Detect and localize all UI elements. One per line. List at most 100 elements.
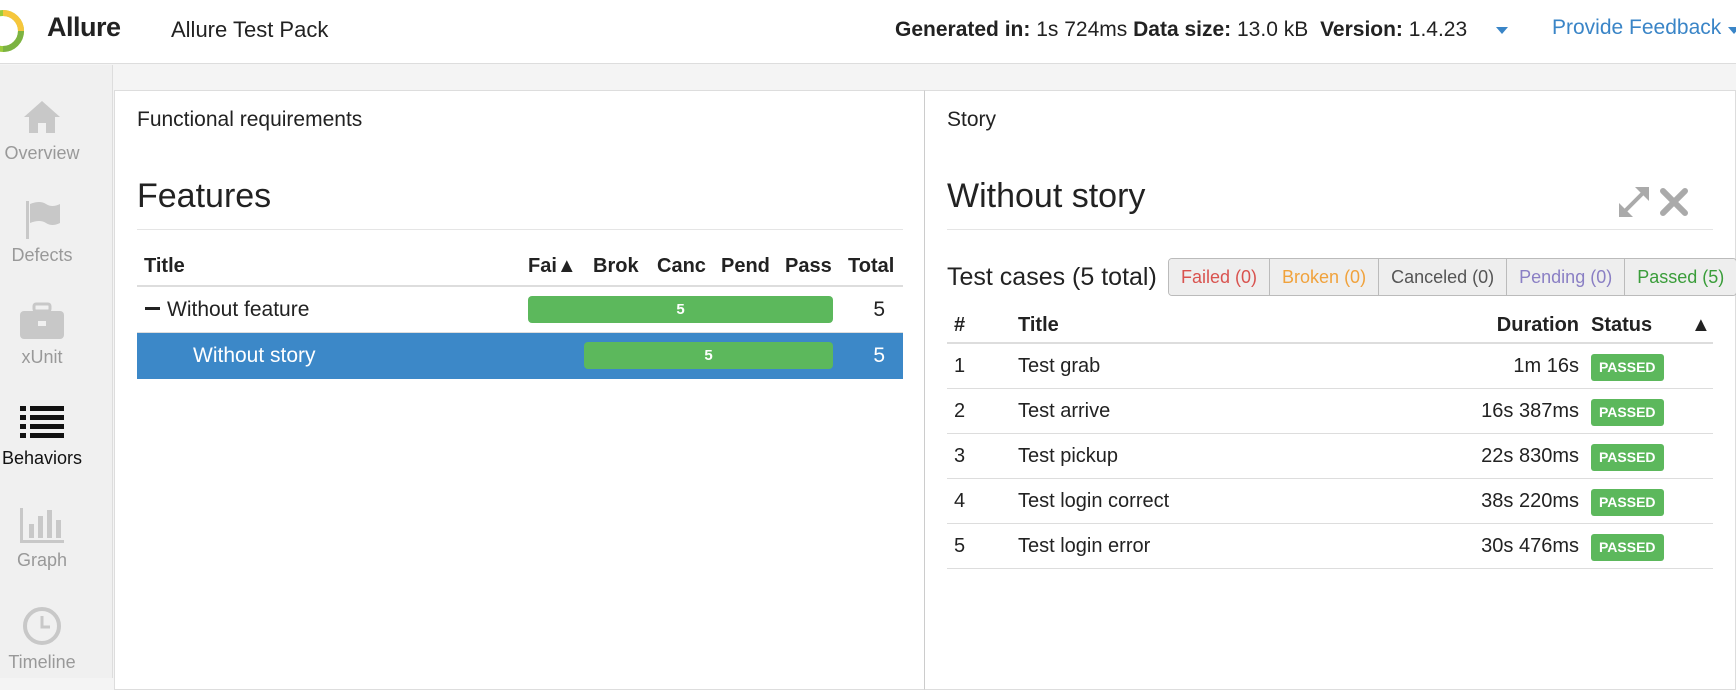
test-cases-table: # Title Duration Status ▲ 1 Test grab 1m… <box>947 308 1713 569</box>
filter-broken[interactable]: Broken (0) <box>1270 259 1380 295</box>
row-duration: 38s 220ms <box>1481 490 1579 512</box>
status-bar: 5 <box>528 296 833 323</box>
sidebar-item-label: Behaviors <box>1 448 83 468</box>
data-size-label: Data size: <box>1133 18 1232 41</box>
clock-icon <box>23 607 61 645</box>
top-bar: Allure Allure Test Pack Generated in: 1s… <box>0 0 1736 64</box>
column-total[interactable]: Total <box>848 255 894 278</box>
test-cases-heading: Test cases (5 total) <box>947 263 1157 291</box>
row-number: 4 <box>954 490 966 512</box>
sidebar-item-timeline[interactable]: Timeline <box>0 606 84 673</box>
flag-icon <box>26 201 60 239</box>
generated-label: Generated in: <box>895 18 1031 41</box>
close-icon[interactable] <box>1660 188 1688 216</box>
filter-pending[interactable]: Pending (0) <box>1507 259 1626 295</box>
column-failed[interactable]: Fai▲ <box>528 255 580 278</box>
sidebar: Overview Defects xUnit Behaviors Graph T… <box>0 65 113 678</box>
sidebar-item-xunit[interactable]: xUnit <box>0 301 84 368</box>
row-duration: 1m 16s <box>1513 355 1579 377</box>
column-number[interactable]: # <box>954 314 965 337</box>
row-duration: 22s 830ms <box>1481 445 1579 467</box>
filter-canceled[interactable]: Canceled (0) <box>1379 259 1508 295</box>
table-row[interactable]: 4 Test login correct 38s 220ms PASSED <box>947 479 1713 524</box>
story-row[interactable]: Without story 5 5 <box>137 333 903 379</box>
pane-header: Functional requirements <box>137 108 363 131</box>
generated-value: 1s 724ms <box>1036 18 1128 41</box>
row-title: Test pickup <box>1018 445 1119 467</box>
report-title: Allure Test Pack <box>171 17 329 42</box>
row-title: Test login correct <box>1018 490 1170 512</box>
sort-arrow-icon[interactable]: ▲ <box>1691 314 1711 337</box>
pane-header: Story <box>947 108 997 131</box>
row-title: Test grab <box>1018 355 1101 377</box>
allure-logo-icon <box>0 10 24 52</box>
sidebar-item-overview[interactable]: Overview <box>0 97 84 164</box>
filter-passed[interactable]: Passed (5) <box>1625 259 1736 295</box>
features-table: Title Fai▲ Brok Canc Pend Pass Total Wit… <box>137 255 903 379</box>
status-bar: 5 <box>584 342 833 369</box>
provide-feedback-link[interactable]: Provide Feedback <box>1552 16 1721 40</box>
column-canceled[interactable]: Canc <box>657 255 707 278</box>
filter-failed[interactable]: Failed (0) <box>1169 259 1271 295</box>
row-title: Test login error <box>1018 535 1151 557</box>
status-filter-group: Failed (0) Broken (0) Canceled (0) Pendi… <box>1168 258 1736 296</box>
pane-controls <box>1619 187 1688 217</box>
status-badge: PASSED <box>1591 399 1664 426</box>
pane-title: Without story <box>947 177 1146 215</box>
table-row[interactable]: 3 Test pickup 22s 830ms PASSED <box>947 434 1713 479</box>
story-pane: Story Without story Test cases (5 total)… <box>924 90 1736 690</box>
report-meta: Generated in: 1s 724ms Data size: 13.0 k… <box>895 18 1467 42</box>
collapse-icon[interactable] <box>145 307 160 310</box>
expand-icon[interactable] <box>1619 187 1649 217</box>
sidebar-item-label: Graph <box>16 550 68 570</box>
column-title[interactable]: Title <box>1018 314 1059 337</box>
feedback-caret-icon[interactable] <box>1728 27 1736 34</box>
home-icon <box>24 101 60 133</box>
sidebar-item-defects[interactable]: Defects <box>0 199 84 266</box>
row-number: 2 <box>954 400 966 422</box>
version-label: Version: <box>1320 18 1403 41</box>
row-title: Test arrive <box>1018 400 1111 422</box>
status-badge: PASSED <box>1591 534 1664 561</box>
row-duration: 16s 387ms <box>1481 400 1579 422</box>
briefcase-icon <box>20 302 64 339</box>
column-status[interactable]: Status <box>1591 314 1652 337</box>
brand-name[interactable]: Allure <box>47 12 121 43</box>
table-row[interactable]: 1 Test grab 1m 16s PASSED <box>947 344 1713 389</box>
sidebar-item-behaviors[interactable]: Behaviors <box>0 402 84 469</box>
feature-title: Without feature <box>167 298 310 321</box>
column-pending[interactable]: Pend <box>721 255 771 278</box>
table-header: # Title Duration Status ▲ <box>947 308 1713 344</box>
feature-total: 5 <box>873 298 885 321</box>
data-size-value: 13.0 kB <box>1237 18 1309 41</box>
column-title[interactable]: Title <box>144 255 185 278</box>
row-number: 5 <box>954 535 966 557</box>
status-badge: PASSED <box>1591 354 1664 381</box>
sidebar-item-label: Defects <box>11 245 73 265</box>
column-duration[interactable]: Duration <box>1497 314 1579 337</box>
status-badge: PASSED <box>1591 444 1664 471</box>
features-pane: Functional requirements Features Title F… <box>114 90 925 690</box>
table-row[interactable]: 2 Test arrive 16s 387ms PASSED <box>947 389 1713 434</box>
story-total: 5 <box>873 344 885 367</box>
pane-title: Features <box>137 177 272 215</box>
row-number: 3 <box>954 445 966 467</box>
sidebar-item-graph[interactable]: Graph <box>0 504 84 571</box>
status-badge: PASSED <box>1591 489 1664 516</box>
divider <box>947 229 1713 230</box>
feature-row[interactable]: Without feature 5 5 <box>137 287 903 333</box>
list-icon <box>20 406 64 438</box>
row-number: 1 <box>954 355 966 377</box>
column-broken[interactable]: Brok <box>593 255 643 278</box>
sidebar-item-label: xUnit <box>21 347 63 367</box>
row-duration: 30s 476ms <box>1481 535 1579 557</box>
divider <box>137 229 903 230</box>
table-header: Title Fai▲ Brok Canc Pend Pass Total <box>137 255 903 287</box>
meta-dropdown-caret-icon[interactable] <box>1496 27 1508 34</box>
version-value: 1.4.23 <box>1408 18 1468 41</box>
sidebar-item-label: Timeline <box>8 652 76 672</box>
column-passed[interactable]: Pass <box>785 255 837 278</box>
bar-chart-icon <box>20 508 64 543</box>
table-row[interactable]: 5 Test login error 30s 476ms PASSED <box>947 524 1713 569</box>
story-title: Without story <box>193 344 316 367</box>
